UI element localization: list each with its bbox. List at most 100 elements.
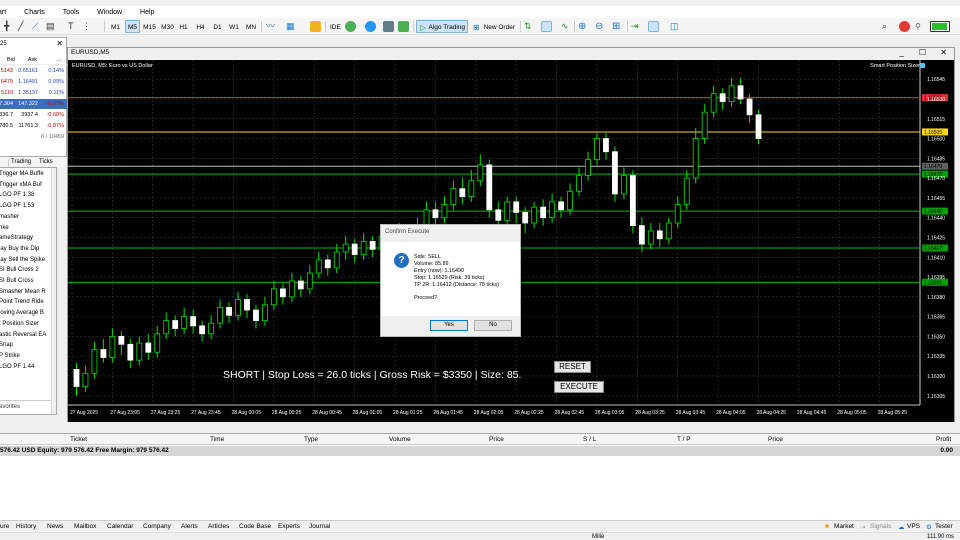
line-chart-icon[interactable]: ∿ (561, 21, 572, 32)
tab-exposure[interactable]: ure (0, 523, 9, 530)
tab-news[interactable]: News (47, 523, 63, 530)
col-ask[interactable]: Ask (17, 55, 37, 65)
navigator-item[interactable]: Trigger xMA Buf (0, 180, 51, 191)
tab-history[interactable]: History (16, 523, 36, 530)
col-volume[interactable]: Volume (389, 436, 411, 443)
market-link[interactable]: Market (834, 523, 854, 530)
channel-icon[interactable]: ▤ (46, 21, 57, 32)
trendline-icon[interactable]: ╱ (18, 21, 29, 32)
timeframe-m15[interactable]: M15 (141, 20, 158, 33)
navigator-item[interactable]: Point Trend Ride (0, 297, 51, 308)
tab-articles[interactable]: Articles (208, 523, 229, 530)
polyline-icon[interactable]: ⟋ (32, 21, 43, 32)
col-price[interactable]: Price (489, 436, 504, 443)
symbol-row[interactable]: 780.5 11761.3 -0.87% (0, 121, 67, 131)
tile-windows-icon[interactable]: ⊞ (612, 21, 623, 32)
minimize-button[interactable]: _ (900, 48, 904, 57)
timeframe-m5[interactable]: M5 (125, 20, 140, 33)
close-chart-button[interactable]: ✕ (940, 48, 947, 57)
notifications-icon[interactable] (899, 21, 910, 32)
navigator-item[interactable]: loving Average B (0, 308, 51, 319)
timeframe-d1[interactable]: D1 (211, 20, 224, 33)
menu-charts[interactable]: Charts (24, 9, 45, 16)
no-button[interactable]: No (474, 320, 512, 331)
crosshair-icon[interactable]: ╋ (4, 21, 15, 32)
col-profit[interactable]: Profit (936, 436, 951, 443)
navigator-item[interactable]: P Strike (0, 351, 51, 362)
tab-company[interactable]: Company (143, 523, 171, 530)
col-time[interactable]: Time (210, 436, 224, 443)
col-bid[interactable]: Bid (1, 55, 15, 65)
tab-journal[interactable]: Journal (309, 523, 330, 530)
signals-icon[interactable] (365, 21, 376, 32)
col-ticket[interactable]: Ticket (70, 436, 87, 443)
navigator-item[interactable]: lay Buy the Dip (0, 244, 51, 255)
zoom-in-icon[interactable]: ⊕ (578, 21, 589, 32)
navigator-item[interactable]: t Position Sizer (0, 319, 51, 330)
tab-ticks[interactable]: Ticks (39, 159, 53, 165)
symbol-row[interactable]: 5143 0.65161 0.14% (0, 66, 67, 76)
menu-charts-partial[interactable]: art (0, 9, 6, 16)
navigator-item[interactable]: masher (0, 212, 51, 223)
tab-code-base[interactable]: Code Base (239, 523, 271, 530)
navigator-item[interactable]: SI Bull Cross 2 (0, 265, 51, 276)
search-icon[interactable]: ⌕ (882, 21, 893, 32)
menu-tools[interactable]: Tools (63, 9, 79, 16)
menu-window[interactable]: Window (97, 9, 122, 16)
yes-button[interactable]: Yes (430, 320, 468, 331)
maximize-button[interactable]: ☐ (919, 48, 926, 57)
symbol-row[interactable]: 5119 1.35137 0.11% (0, 88, 67, 98)
col-tp[interactable]: T / P (677, 436, 691, 443)
col-more[interactable]: ... (41, 55, 61, 65)
screenshot-icon[interactable]: ◫ (670, 21, 681, 32)
tab-experts[interactable]: Experts (278, 523, 300, 530)
objects-icon[interactable]: ⋮ (82, 21, 93, 32)
templates-icon[interactable]: ▦ (286, 21, 297, 32)
strategy-icon[interactable] (345, 21, 356, 32)
vps-icon[interactable] (398, 21, 409, 32)
navigator-item[interactable]: Snap (0, 340, 51, 351)
tab-alerts[interactable]: Alerts (181, 523, 198, 530)
menu-help[interactable]: Help (140, 9, 154, 16)
navigator-item[interactable]: astic Reversal EA (0, 330, 51, 341)
navigator-item[interactable]: ameStrategy (0, 233, 51, 244)
timeframe-m1[interactable]: M1 (108, 20, 123, 33)
indicator-icon[interactable] (310, 21, 321, 32)
close-icon[interactable]: ✕ (56, 39, 63, 48)
market-icon[interactable] (383, 21, 394, 32)
depth-of-market-icon[interactable]: ⇅ (524, 21, 535, 32)
navigator-item[interactable]: LGO PF 1.38 (0, 190, 51, 201)
vps-link[interactable]: VPS (907, 523, 920, 530)
tab-calendar[interactable]: Calendar (107, 523, 133, 530)
account-icon[interactable]: ⚲ (915, 21, 926, 32)
symbol-row[interactable]: 336.7 3937.4 -0.68% (0, 110, 67, 120)
execute-button[interactable]: EXECUTE (554, 381, 604, 393)
tester-link[interactable]: Tester (935, 523, 953, 530)
navigator-item[interactable]: SI Bull Cross (0, 276, 51, 287)
navigator-item[interactable]: LGO PF 1.53 (0, 201, 51, 212)
bar-chart-icon[interactable] (541, 21, 552, 32)
navigator-item[interactable]: nke (0, 223, 51, 234)
navigator-item[interactable]: lay Sell the Spike (0, 255, 51, 266)
timeframe-m30[interactable]: M30 (159, 20, 176, 33)
navigator-item[interactable]: Trigger MA Buffe (0, 169, 51, 180)
ide-button[interactable]: IDE (329, 20, 341, 33)
signals-link[interactable]: Signals (870, 523, 891, 530)
zoom-out-icon[interactable]: ⊖ (595, 21, 606, 32)
col-sl[interactable]: S / L (583, 436, 596, 443)
col-type[interactable]: Type (304, 436, 318, 443)
autoscroll-icon[interactable]: ⇥ (631, 21, 642, 32)
tab-trading[interactable]: Trading (11, 159, 31, 165)
timeframe-w1[interactable]: W1 (227, 20, 241, 33)
col-current-price[interactable]: Price (768, 436, 783, 443)
chart-shift-icon[interactable] (648, 21, 659, 32)
timeframe-mn[interactable]: MN (244, 20, 258, 33)
text-tool-icon[interactable]: T (68, 21, 79, 32)
timeframe-h1[interactable]: H1 (177, 20, 190, 33)
reset-button[interactable]: RESET (554, 361, 591, 373)
navigator-scrollbar[interactable] (51, 168, 56, 414)
algo-trading-button[interactable]: ▷ Algo Trading (416, 20, 468, 33)
symbol-row[interactable]: 7.304 147.322 -0.07% (0, 99, 67, 109)
chart-type-icon[interactable]: 〰 (266, 21, 277, 32)
symbol-row[interactable]: 6479 1.16491 0.09% (0, 77, 67, 87)
